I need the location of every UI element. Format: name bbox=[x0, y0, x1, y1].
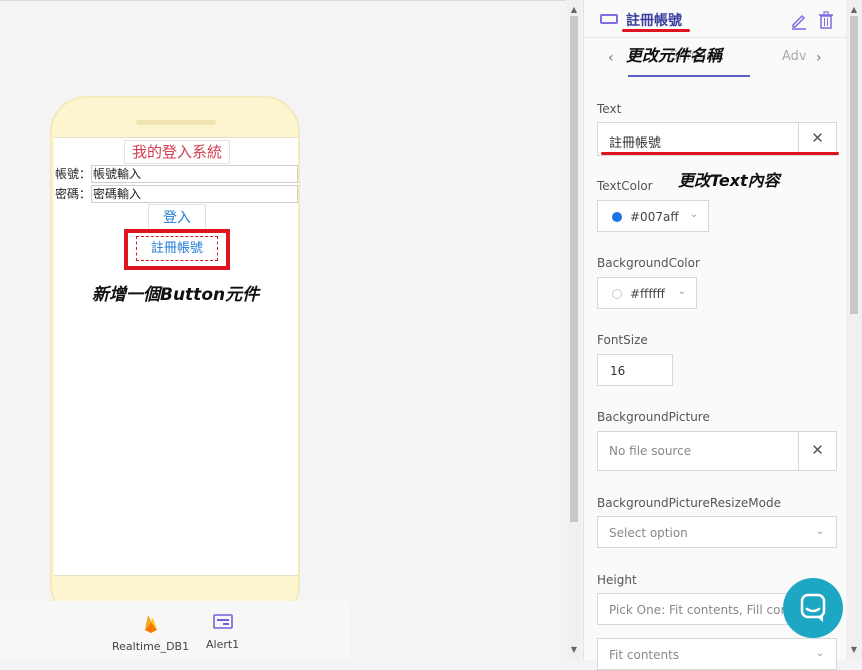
properties-panel: 註冊帳號 ‹ Simple Adv › 更改元件名稱 Text 註冊帳號 ✕ 更… bbox=[583, 0, 847, 670]
text-field[interactable]: 註冊帳號 ✕ bbox=[597, 122, 837, 156]
trash-icon[interactable] bbox=[818, 11, 834, 33]
annotation-underline-text bbox=[601, 152, 839, 155]
active-tab-indicator bbox=[628, 75, 750, 77]
bgcolor-swatch bbox=[612, 289, 622, 299]
textcolor-label: TextColor bbox=[597, 179, 653, 193]
tab-advanced[interactable]: Adv bbox=[782, 49, 807, 64]
scroll-down-icon[interactable]: ▼ bbox=[567, 644, 581, 656]
textcolor-picker[interactable]: #007aff ⌄ bbox=[597, 200, 709, 232]
register-highlight-box: 註冊帳號 bbox=[124, 229, 230, 270]
height-placeholder: Pick One: Fit contents, Fill contai bbox=[609, 603, 804, 617]
resize-mode-label: BackgroundPictureResizeMode bbox=[597, 496, 782, 510]
scroll-up-icon[interactable]: ▲ bbox=[846, 4, 862, 16]
firebase-icon bbox=[112, 613, 189, 636]
annotation-change-text: 更改Text內容 bbox=[678, 171, 780, 190]
login-button[interactable]: 登入 bbox=[148, 204, 206, 232]
password-input[interactable]: 密碼輸入 bbox=[91, 185, 298, 203]
register-button[interactable]: 註冊帳號 bbox=[136, 236, 218, 261]
component-label: Alert1 bbox=[206, 638, 240, 651]
textcolor-value: #007aff bbox=[630, 210, 679, 224]
clear-text-button[interactable]: ✕ bbox=[798, 123, 836, 155]
bgpicture-field[interactable]: No file source ✕ bbox=[597, 431, 837, 471]
component-label: Realtime_DB1 bbox=[112, 640, 190, 653]
annotation-add-button: 新增一個Button元件 bbox=[92, 285, 260, 305]
chevron-down-icon: ⌄ bbox=[677, 286, 686, 297]
bgcolor-label: BackgroundColor bbox=[597, 256, 700, 270]
phone-speaker bbox=[136, 120, 216, 125]
height-label: Height bbox=[597, 573, 637, 587]
bgcolor-picker[interactable]: #ffffff ⌄ bbox=[597, 277, 697, 309]
bgcolor-value: #ffffff bbox=[630, 287, 665, 301]
chevron-left-icon[interactable]: ‹ bbox=[608, 50, 614, 66]
canvas-scroll-thumb[interactable] bbox=[570, 16, 578, 522]
alert-icon bbox=[206, 613, 239, 634]
design-canvas: 我的登入系統 帳號： 帳號輸入 密碼： 密碼輸入 登入 註冊帳號 新增一個But… bbox=[0, 0, 566, 661]
clear-bgpicture-button[interactable]: ✕ bbox=[798, 432, 836, 470]
canvas-scrollbar[interactable]: ▲ ▼ bbox=[567, 0, 581, 660]
text-label: Text bbox=[597, 102, 622, 116]
account-input[interactable]: 帳號輸入 bbox=[91, 165, 298, 183]
chevron-right-icon[interactable]: › bbox=[816, 50, 822, 66]
resize-mode-select[interactable]: Select option ⌄ bbox=[597, 516, 837, 548]
chevron-down-icon: ⌄ bbox=[815, 526, 824, 537]
scroll-up-icon[interactable]: ▲ bbox=[567, 4, 581, 16]
panel-scrollbar[interactable]: ▲ ▼ bbox=[846, 0, 862, 660]
panel-scroll-thumb[interactable] bbox=[850, 16, 858, 314]
component-alert[interactable]: Alert1 bbox=[206, 613, 239, 651]
scroll-down-icon[interactable]: ▼ bbox=[846, 644, 862, 656]
resize-mode-placeholder: Select option bbox=[609, 526, 688, 540]
chevron-down-icon: ⌄ bbox=[689, 209, 698, 220]
fontsize-input[interactable]: 16 bbox=[597, 354, 673, 386]
panel-header: 註冊帳號 bbox=[584, 0, 847, 38]
password-row: 密碼： 密碼輸入 bbox=[54, 185, 298, 203]
component-name[interactable]: 註冊帳號 bbox=[626, 10, 682, 30]
phone-frame: 我的登入系統 帳號： 帳號輸入 密碼： 密碼輸入 登入 註冊帳號 bbox=[50, 96, 300, 621]
text-field-value: 註冊帳號 bbox=[609, 136, 662, 151]
pencil-icon[interactable] bbox=[790, 12, 808, 34]
chat-icon bbox=[800, 593, 826, 622]
app-title-label[interactable]: 我的登入系統 bbox=[124, 140, 230, 164]
component-realtime-db[interactable]: Realtime_DB1 bbox=[112, 613, 189, 653]
chevron-down-icon: ⌄ bbox=[815, 648, 824, 659]
fontsize-label: FontSize bbox=[597, 333, 648, 347]
annotation-underline bbox=[622, 29, 690, 32]
bgpicture-placeholder: No file source bbox=[609, 444, 692, 458]
textcolor-swatch bbox=[612, 212, 622, 222]
account-label[interactable]: 帳號： bbox=[54, 165, 91, 183]
annotation-rename: 更改元件名稱 bbox=[626, 46, 723, 65]
button-component-icon bbox=[600, 14, 618, 24]
height-select[interactable]: Fit contents ⌄ bbox=[597, 638, 837, 670]
phone-screen: 我的登入系統 帳號： 帳號輸入 密碼： 密碼輸入 登入 註冊帳號 bbox=[54, 137, 298, 576]
password-label[interactable]: 密碼： bbox=[54, 185, 91, 203]
chat-button[interactable] bbox=[783, 578, 843, 638]
bgpicture-label: BackgroundPicture bbox=[597, 410, 710, 424]
account-row: 帳號： 帳號輸入 bbox=[54, 165, 298, 183]
